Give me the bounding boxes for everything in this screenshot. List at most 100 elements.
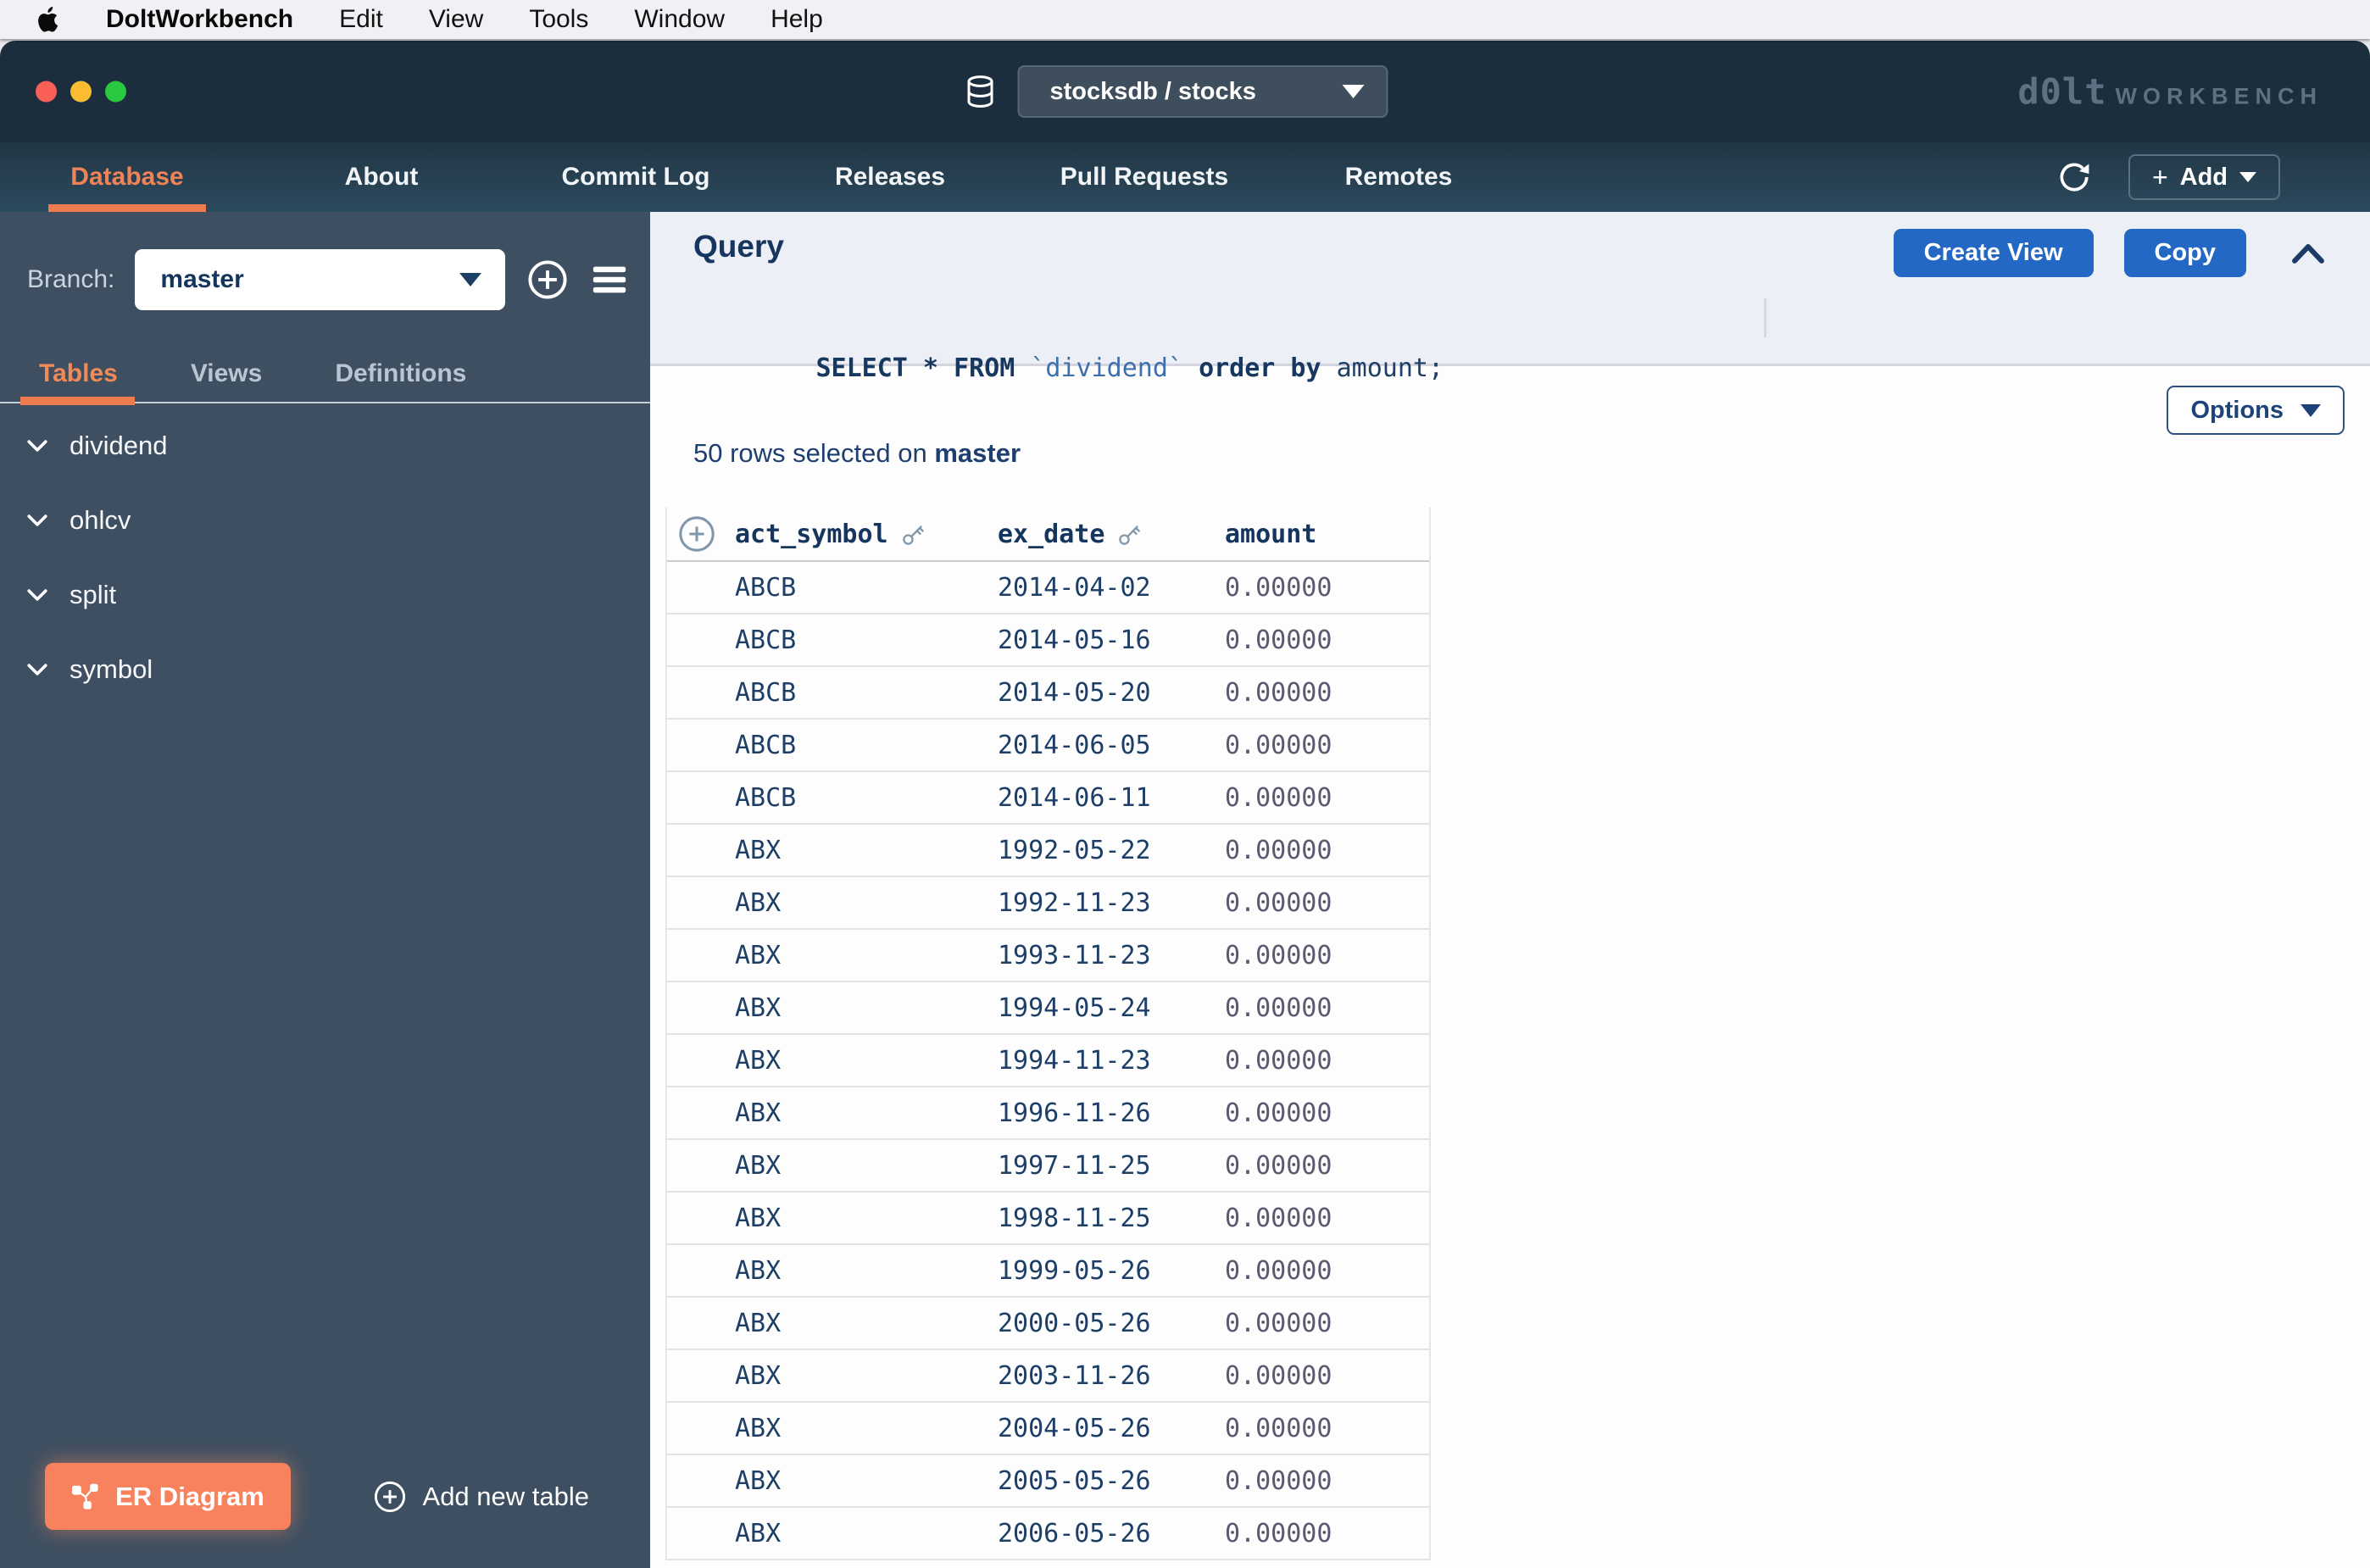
branch-selector[interactable]: master bbox=[135, 249, 506, 310]
add-button[interactable]: + Add bbox=[2128, 154, 2280, 200]
cell-ex-date[interactable]: 1998-11-25 bbox=[998, 1204, 1225, 1233]
cell-ex-date[interactable]: 2004-05-26 bbox=[998, 1414, 1225, 1443]
cell-ex-date[interactable]: 2014-04-02 bbox=[998, 573, 1225, 603]
cell-act-symbol[interactable]: ABCB bbox=[735, 731, 998, 760]
table-row[interactable]: ABX 1994-05-24 0.00000 bbox=[667, 982, 1429, 1035]
table-row[interactable]: ABX 2005-05-26 0.00000 bbox=[667, 1455, 1429, 1508]
cell-act-symbol[interactable]: ABX bbox=[735, 1204, 998, 1233]
sidebar-tab[interactable]: Tables bbox=[20, 359, 135, 405]
menu-item[interactable]: Tools bbox=[506, 5, 611, 34]
column-header[interactable]: amount bbox=[1225, 520, 1429, 549]
editor-scrollbar[interactable] bbox=[1764, 298, 1766, 337]
table-row[interactable]: ABX 1998-11-25 0.00000 bbox=[667, 1193, 1429, 1245]
cell-act-symbol[interactable]: ABX bbox=[735, 993, 998, 1023]
sidebar-tab[interactable]: Definitions bbox=[335, 359, 466, 388]
minimize-window-button[interactable] bbox=[70, 81, 92, 103]
cell-amount[interactable]: 0.00000 bbox=[1225, 1309, 1429, 1338]
menu-app-name[interactable]: DoltWorkbench bbox=[83, 5, 316, 34]
cell-ex-date[interactable]: 1999-05-26 bbox=[998, 1256, 1225, 1286]
sidebar-tab[interactable]: Views bbox=[191, 359, 263, 388]
table-row[interactable]: ABCB 2014-04-02 0.00000 bbox=[667, 562, 1429, 614]
close-window-button[interactable] bbox=[36, 81, 57, 103]
nav-tab[interactable]: Commit Log bbox=[509, 142, 763, 212]
er-diagram-button[interactable]: ER Diagram bbox=[45, 1463, 291, 1530]
table-row[interactable]: ABCB 2014-06-11 0.00000 bbox=[667, 772, 1429, 825]
cell-amount[interactable]: 0.00000 bbox=[1225, 573, 1429, 603]
table-list-item[interactable]: split bbox=[0, 558, 650, 632]
cell-act-symbol[interactable]: ABCB bbox=[735, 783, 998, 813]
cell-act-symbol[interactable]: ABX bbox=[735, 888, 998, 918]
menu-item[interactable]: View bbox=[406, 5, 506, 34]
cell-ex-date[interactable]: 1992-11-23 bbox=[998, 888, 1225, 918]
options-button[interactable]: Options bbox=[2167, 386, 2345, 435]
cell-act-symbol[interactable]: ABX bbox=[735, 1309, 998, 1338]
chevron-down-icon[interactable] bbox=[25, 510, 49, 531]
cell-ex-date[interactable]: 2000-05-26 bbox=[998, 1309, 1225, 1338]
cell-act-symbol[interactable]: ABX bbox=[735, 1098, 998, 1128]
cell-ex-date[interactable]: 2003-11-26 bbox=[998, 1361, 1225, 1391]
nav-tab[interactable]: Releases bbox=[763, 142, 1017, 212]
cell-amount[interactable]: 0.00000 bbox=[1225, 993, 1429, 1023]
nav-tab[interactable]: Database bbox=[0, 142, 254, 212]
cell-amount[interactable]: 0.00000 bbox=[1225, 1151, 1429, 1181]
table-row[interactable]: ABX 2004-05-26 0.00000 bbox=[667, 1403, 1429, 1455]
cell-act-symbol[interactable]: ABX bbox=[735, 1414, 998, 1443]
table-row[interactable]: ABCB 2014-06-05 0.00000 bbox=[667, 720, 1429, 772]
table-list-item[interactable]: dividend bbox=[0, 409, 650, 483]
table-row[interactable]: ABX 1997-11-25 0.00000 bbox=[667, 1140, 1429, 1193]
table-row[interactable]: ABCB 2014-05-20 0.00000 bbox=[667, 667, 1429, 720]
cell-amount[interactable]: 0.00000 bbox=[1225, 783, 1429, 813]
cell-amount[interactable]: 0.00000 bbox=[1225, 1361, 1429, 1391]
table-row[interactable]: ABX 2006-05-26 0.00000 bbox=[667, 1508, 1429, 1560]
nav-tab[interactable]: Remotes bbox=[1271, 142, 1526, 212]
nav-tab[interactable]: About bbox=[254, 142, 509, 212]
cell-amount[interactable]: 0.00000 bbox=[1225, 1204, 1429, 1233]
branch-menu-icon[interactable] bbox=[590, 263, 629, 297]
table-row[interactable]: ABCB 2014-05-16 0.00000 bbox=[667, 614, 1429, 667]
cell-amount[interactable]: 0.00000 bbox=[1225, 836, 1429, 865]
cell-amount[interactable]: 0.00000 bbox=[1225, 1519, 1429, 1549]
chevron-down-icon[interactable] bbox=[25, 436, 49, 456]
cell-act-symbol[interactable]: ABX bbox=[735, 1046, 998, 1076]
chevron-down-icon[interactable] bbox=[25, 585, 49, 605]
menu-item[interactable]: Help bbox=[748, 5, 846, 34]
cell-amount[interactable]: 0.00000 bbox=[1225, 941, 1429, 970]
cell-ex-date[interactable]: 1996-11-26 bbox=[998, 1098, 1225, 1128]
table-list-item[interactable]: symbol bbox=[0, 632, 650, 707]
zoom-window-button[interactable] bbox=[105, 81, 126, 103]
cell-amount[interactable]: 0.00000 bbox=[1225, 626, 1429, 655]
cell-ex-date[interactable]: 2014-05-16 bbox=[998, 626, 1225, 655]
cell-act-symbol[interactable]: ABX bbox=[735, 1466, 998, 1496]
cell-act-symbol[interactable]: ABCB bbox=[735, 573, 998, 603]
chevron-down-icon[interactable] bbox=[25, 659, 49, 680]
cell-act-symbol[interactable]: ABX bbox=[735, 1361, 998, 1391]
cell-act-symbol[interactable]: ABX bbox=[735, 1256, 998, 1286]
cell-amount[interactable]: 0.00000 bbox=[1225, 888, 1429, 918]
cell-amount[interactable]: 0.00000 bbox=[1225, 1414, 1429, 1443]
table-row[interactable]: ABX 1992-11-23 0.00000 bbox=[667, 877, 1429, 930]
table-list-item[interactable]: ohlcv bbox=[0, 483, 650, 558]
cell-ex-date[interactable]: 2005-05-26 bbox=[998, 1466, 1225, 1496]
cell-amount[interactable]: 0.00000 bbox=[1225, 1466, 1429, 1496]
cell-amount[interactable]: 0.00000 bbox=[1225, 731, 1429, 760]
cell-act-symbol[interactable]: ABCB bbox=[735, 678, 998, 708]
cell-act-symbol[interactable]: ABX bbox=[735, 941, 998, 970]
cell-ex-date[interactable]: 2014-06-05 bbox=[998, 731, 1225, 760]
copy-button[interactable]: Copy bbox=[2123, 229, 2246, 277]
column-header[interactable]: ex_date bbox=[998, 520, 1225, 549]
menu-item[interactable]: Window bbox=[611, 5, 748, 34]
table-row[interactable]: ABX 1996-11-26 0.00000 bbox=[667, 1087, 1429, 1140]
cell-act-symbol[interactable]: ABX bbox=[735, 836, 998, 865]
new-branch-button[interactable] bbox=[526, 258, 570, 302]
add-column-icon[interactable] bbox=[677, 514, 716, 553]
cell-act-symbol[interactable]: ABX bbox=[735, 1519, 998, 1549]
cell-ex-date[interactable]: 1992-05-22 bbox=[998, 836, 1225, 865]
table-row[interactable]: ABX 2003-11-26 0.00000 bbox=[667, 1350, 1429, 1403]
menu-item[interactable]: Edit bbox=[316, 5, 406, 34]
collapse-query-chevron-up-icon[interactable] bbox=[2289, 236, 2328, 270]
cell-ex-date[interactable]: 2014-06-11 bbox=[998, 783, 1225, 813]
cell-act-symbol[interactable]: ABCB bbox=[735, 626, 998, 655]
cell-amount[interactable]: 0.00000 bbox=[1225, 1098, 1429, 1128]
apple-menu-icon[interactable] bbox=[31, 7, 64, 32]
cell-amount[interactable]: 0.00000 bbox=[1225, 1046, 1429, 1076]
